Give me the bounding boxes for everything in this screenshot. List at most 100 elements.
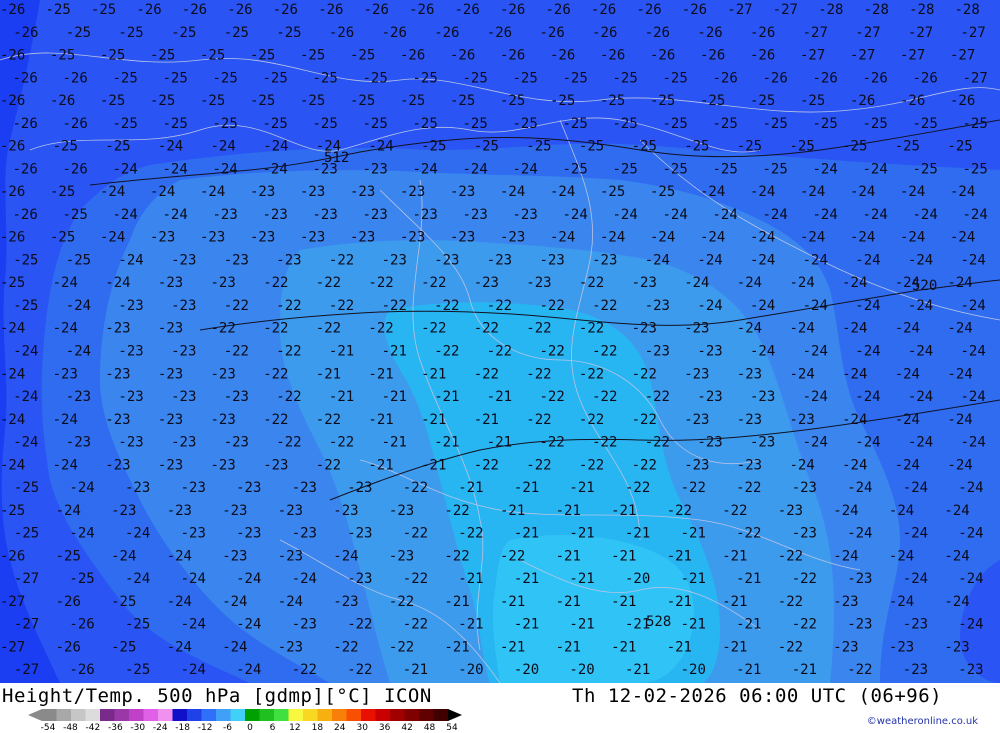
temperature-value: -24 — [163, 207, 188, 223]
temperature-value: -27 — [0, 640, 25, 656]
temperature-value: -27 — [14, 571, 39, 587]
temperature-value: -23 — [278, 640, 303, 656]
temperature-value: -21 — [487, 435, 512, 451]
temperature-value: -24 — [855, 389, 880, 405]
temperature-value: -26 — [13, 70, 38, 86]
temperature-value: -25 — [118, 25, 143, 41]
temperature-value: -25 — [150, 48, 175, 64]
temperature-value: -27 — [800, 48, 825, 64]
temperature-value: -25 — [200, 93, 225, 109]
temperature-value: -23 — [750, 389, 775, 405]
temperature-value: -23 — [66, 389, 91, 405]
temperature-value: -22 — [389, 640, 414, 656]
temperature-value: -25 — [213, 70, 238, 86]
temperature-value: -26 — [487, 25, 512, 41]
temperature-value: -25 — [163, 116, 188, 132]
temperature-value: -24 — [333, 548, 358, 564]
temperature-value: -22 — [736, 526, 761, 542]
temperature-value: -23 — [300, 184, 325, 200]
temperature-value: -25 — [413, 116, 438, 132]
temperature-value: -24 — [855, 252, 880, 268]
temperature-value: -24 — [66, 344, 91, 360]
temperature-value: -26 — [682, 2, 707, 18]
temperature-value: -23 — [263, 457, 288, 473]
temperature-value: -25 — [563, 70, 588, 86]
temperature-value: -22 — [333, 640, 358, 656]
temperature-value: -26 — [0, 48, 25, 64]
temperature-value: -26 — [56, 594, 81, 610]
temperature-value: -24 — [737, 321, 762, 337]
temperature-value: -23 — [413, 207, 438, 223]
temperature-value: -22 — [224, 344, 249, 360]
temperature-value: -25 — [300, 93, 325, 109]
scale-swatch — [230, 709, 246, 721]
temperature-value: -24 — [125, 526, 150, 542]
temperature-value: -22 — [526, 366, 551, 382]
temperature-value: -24 — [222, 640, 247, 656]
temperature-value: -21 — [722, 548, 747, 564]
temperature-value: -25 — [250, 93, 275, 109]
temperature-value: -24 — [163, 161, 188, 177]
temperature-value: -21 — [444, 640, 469, 656]
temperature-value: -23 — [224, 252, 249, 268]
temperature-value: -27 — [14, 662, 39, 678]
scale-swatch — [375, 709, 391, 721]
temperature-value: -25 — [763, 116, 788, 132]
temperature-value: -24 — [53, 275, 78, 291]
temperature-value: -24 — [181, 571, 206, 587]
temperature-value: -25 — [863, 116, 888, 132]
temperature-value: -26 — [0, 2, 25, 18]
temperature-value: -21 — [514, 526, 539, 542]
temperature-value: -23 — [434, 252, 459, 268]
temperature-value: -22 — [403, 617, 428, 633]
temperature-value: -22 — [632, 457, 657, 473]
temperature-value: -22 — [722, 503, 747, 519]
temperature-value: -21 — [556, 503, 581, 519]
temperature-value: -22 — [434, 298, 459, 314]
temperature-value: -24 — [513, 161, 538, 177]
temperature-value: -22 — [382, 298, 407, 314]
temperature-value: -22 — [368, 275, 393, 291]
temperature-value: -23 — [105, 366, 130, 382]
temperature-value: -23 — [125, 480, 150, 496]
temperature-value: -25 — [700, 93, 725, 109]
temperature-value: -23 — [171, 344, 196, 360]
temperature-value: -25 — [276, 25, 301, 41]
temperature-value: -21 — [556, 594, 581, 610]
temperature-value: -21 — [403, 662, 428, 678]
temperature-value: -24 — [750, 184, 775, 200]
temperature-value: -24 — [213, 161, 238, 177]
temperature-value: -25 — [350, 93, 375, 109]
temperature-value: -21 — [316, 366, 341, 382]
scale-swatch — [303, 709, 318, 721]
temperature-value: -24 — [833, 503, 858, 519]
temperature-value: -23 — [236, 480, 261, 496]
temperature-value: -24 — [763, 207, 788, 223]
temperature-value: -23 — [474, 275, 499, 291]
temperature-value: -25 — [111, 640, 136, 656]
temperature-value: -22 — [792, 617, 817, 633]
temperature-value: -25 — [713, 161, 738, 177]
temperature-value: -23 — [200, 230, 225, 246]
temperature-value: -25 — [0, 503, 25, 519]
temperature-value: -22 — [276, 298, 301, 314]
temperature-value: -24 — [958, 617, 983, 633]
temperature-value: -22 — [403, 571, 428, 587]
temperature-value: -25 — [100, 93, 125, 109]
temperature-value: -25 — [66, 25, 91, 41]
temperature-value: -23 — [347, 480, 372, 496]
credit-link[interactable]: ©weatheronline.co.uk — [867, 716, 978, 727]
scale-tick-label: 12 — [289, 723, 301, 733]
temperature-value: -27 — [773, 2, 798, 18]
temperature-value: -21 — [514, 617, 539, 633]
temperature-value: -26 — [0, 93, 25, 109]
temperature-value: -24 — [750, 230, 775, 246]
temperature-value: -22 — [347, 662, 372, 678]
temperature-value: -24 — [236, 662, 261, 678]
temperature-value: -23 — [158, 275, 183, 291]
temperature-value: -22 — [487, 344, 512, 360]
scale-swatch — [71, 709, 86, 721]
temperature-value: -25 — [0, 275, 25, 291]
temperature-value: -22 — [526, 457, 551, 473]
temperature-value: -22 — [579, 412, 604, 428]
